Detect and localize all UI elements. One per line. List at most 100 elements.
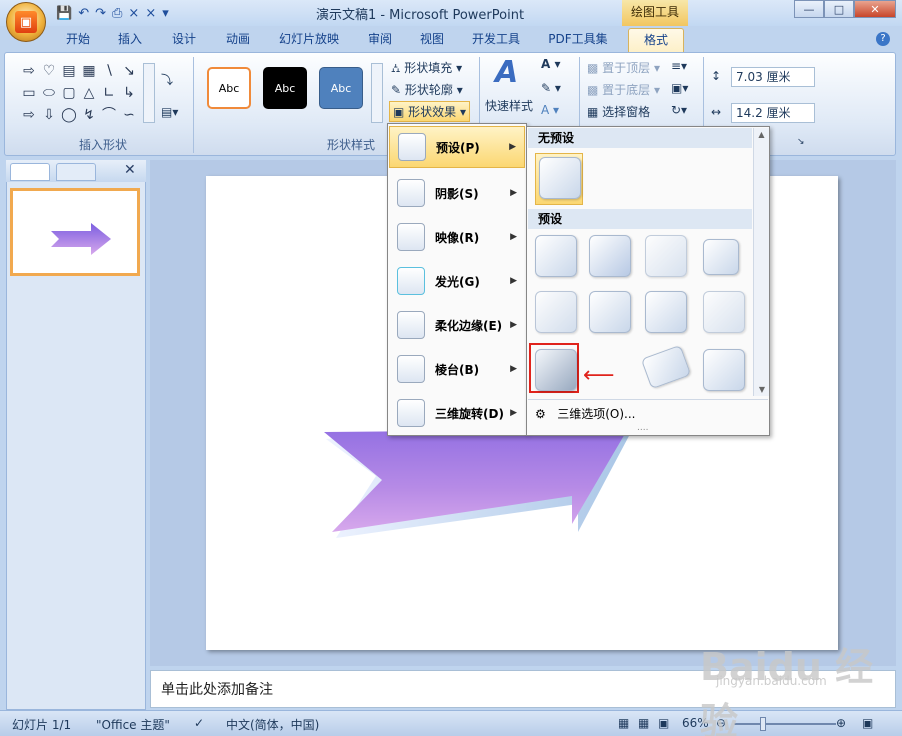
shape-fill-button[interactable]: ⛼ 形状填充 ▾ [391, 59, 462, 77]
menu-item-shadow[interactable]: 阴影(S) ▶ [389, 172, 525, 214]
spellcheck-icon[interactable]: ✓ [194, 716, 204, 730]
preset-tile-5[interactable] [535, 291, 577, 333]
vertical-textbox-shape-icon[interactable]: ▦ [79, 61, 99, 81]
customize-qat-icon[interactable]: ▾ [162, 6, 169, 21]
help-icon[interactable]: ? [876, 32, 890, 46]
preset-tile-1[interactable] [535, 235, 577, 277]
no-preset-tile[interactable] [539, 157, 581, 199]
heart-shape-icon[interactable]: ♡ [39, 61, 59, 81]
drawing-tools-label: 绘图工具 [622, 0, 688, 26]
preset-scrollbar[interactable]: ▲ ▼ [753, 128, 769, 396]
slides-tab[interactable] [10, 163, 50, 181]
arc-shape-icon[interactable]: ⌒ [99, 105, 119, 125]
tab-pdf[interactable]: PDF工具集 [540, 28, 616, 52]
minimize-button[interactable]: — [794, 0, 824, 18]
callout-shape-icon[interactable]: ◯ [59, 105, 79, 125]
print-preview-icon[interactable]: ⎙ [112, 6, 122, 21]
textbox-icon[interactable]: ▤▾ [161, 105, 178, 119]
menu-item-3d-rotation[interactable]: 三维旋转(D) ▶ [389, 392, 525, 434]
resize-grip-icon[interactable]: .... [637, 423, 648, 433]
triangle-shape-icon[interactable]: △ [79, 83, 99, 103]
scroll-down-icon[interactable]: ▼ [754, 385, 770, 394]
view-slideshow-icon[interactable]: ▣ [658, 716, 669, 730]
preset-tile-4[interactable] [703, 239, 739, 275]
format-icon-2[interactable]: × [145, 6, 156, 21]
outline-tab[interactable] [56, 163, 96, 181]
text-fill-icon[interactable]: A ▾ [541, 57, 561, 71]
line-shape-icon[interactable]: ∖ [99, 61, 119, 81]
line-arrow-shape-icon[interactable]: ↘ [119, 61, 139, 81]
scroll-up-icon[interactable]: ▲ [754, 130, 769, 139]
curve-shape-icon[interactable]: ∽ [119, 105, 139, 125]
3d-options-item[interactable]: ⚙ 三维选项(O)... [535, 405, 635, 422]
text-effects-icon[interactable]: A ▾ [541, 103, 559, 117]
tab-developer[interactable]: 开发工具 [466, 28, 526, 52]
office-button[interactable]: ▣ [6, 2, 46, 42]
edit-shape-icon[interactable]: ⤵ [161, 71, 173, 88]
arrow-right-shape-2-icon[interactable]: ⇨ [19, 105, 39, 125]
preset-tile-7[interactable] [645, 291, 687, 333]
rounded-rect-shape-icon[interactable]: ▢ [59, 83, 79, 103]
tab-home[interactable]: 开始 [56, 28, 100, 52]
preset-tile-8[interactable] [703, 291, 745, 333]
shape-style-2[interactable]: Abc [263, 67, 307, 109]
menu-item-bevel[interactable]: 棱台(B) ▶ [389, 348, 525, 390]
preset-tile-6[interactable] [589, 291, 631, 333]
tab-view[interactable]: 视图 [410, 28, 454, 52]
preset-tile-11[interactable] [640, 344, 692, 390]
format-icon[interactable]: × [128, 6, 139, 21]
menu-item-glow[interactable]: 发光(G) ▶ [389, 260, 525, 302]
tab-review[interactable]: 审阅 [358, 28, 402, 52]
rectangle-shape-icon[interactable]: ▭ [19, 83, 39, 103]
text-outline-icon[interactable]: ✎ ▾ [541, 81, 561, 95]
tab-format[interactable]: 格式 [628, 28, 684, 52]
wordart-icon[interactable]: A [495, 55, 518, 90]
shape-outline-button[interactable]: ✎ 形状轮廓 ▾ [391, 81, 463, 98]
save-icon[interactable]: 💾 [56, 6, 72, 21]
height-input[interactable]: 7.03 厘米 [731, 67, 815, 87]
shape-outline-label: 形状轮廓 [404, 83, 453, 97]
rotate-icon[interactable]: ↻▾ [671, 103, 687, 117]
menu-item-reflection[interactable]: 映像(R) ▶ [389, 216, 525, 258]
shapes-gallery-scroll[interactable] [143, 63, 155, 123]
menu-item-soft-edges[interactable]: 柔化边缘(E) ▶ [389, 304, 525, 346]
tab-slideshow[interactable]: 幻灯片放映 [272, 28, 346, 52]
preset-tile-3[interactable] [645, 235, 687, 277]
view-sorter-icon[interactable]: ▦ [638, 716, 649, 730]
elbow-connector-shape-icon[interactable]: ∟ [99, 83, 119, 103]
align-icon[interactable]: ≡▾ [671, 59, 687, 73]
shapes-gallery[interactable]: ⇨ ♡ ▤ ▦ ∖ ↘ ▭ ⬭ ▢ △ ∟ ↳ ⇨ ⇩ ◯ ↯ ⌒ ∽ [19, 61, 139, 125]
preset-tile-2[interactable] [589, 235, 631, 277]
arrow-down-shape-icon[interactable]: ⇩ [39, 105, 59, 125]
tab-insert[interactable]: 插入 [108, 28, 152, 52]
preset-tile-9[interactable] [535, 349, 577, 391]
quick-styles-button[interactable]: 快速样式 [485, 97, 533, 114]
undo-icon[interactable]: ↶ [78, 6, 89, 21]
bring-front-button[interactable]: ▩ 置于顶层 ▾ [587, 59, 660, 76]
preset-tile-12[interactable] [703, 349, 745, 391]
send-back-button[interactable]: ▩ 置于底层 ▾ [587, 81, 660, 98]
oval-shape-icon[interactable]: ⬭ [39, 83, 59, 103]
shape-effects-button[interactable]: ▣ 形状效果 ▾ [389, 101, 471, 122]
close-button[interactable]: ✕ [854, 0, 896, 18]
textbox-shape-icon[interactable]: ▤ [59, 61, 79, 81]
shape-style-3[interactable]: Abc [319, 67, 363, 109]
shape-style-1[interactable]: Abc [207, 67, 251, 109]
tab-animation[interactable]: 动画 [216, 28, 260, 52]
shape-effects-icon: ▣ [393, 105, 405, 119]
view-normal-icon[interactable]: ▦ [618, 716, 629, 730]
arrow-right-shape-icon[interactable]: ⇨ [19, 61, 39, 81]
elbow-arrow-shape-icon[interactable]: ↳ [119, 83, 139, 103]
group-icon[interactable]: ▣▾ [671, 81, 688, 95]
shape-styles-scroll[interactable] [371, 63, 383, 123]
width-input[interactable]: 14.2 厘米 [731, 103, 815, 123]
tab-design[interactable]: 设计 [162, 28, 206, 52]
selection-pane-button[interactable]: ▦ 选择窗格 [587, 103, 650, 120]
close-panel-icon[interactable]: ✕ [124, 162, 136, 178]
menu-item-preset[interactable]: 预设(P) ▶ [389, 126, 525, 168]
maximize-button[interactable]: □ [824, 0, 854, 18]
size-dialog-launcher-icon[interactable]: ↘ [797, 137, 805, 147]
redo-icon[interactable]: ↷ [95, 6, 106, 21]
lightning-shape-icon[interactable]: ↯ [79, 105, 99, 125]
slide-thumbnail[interactable] [10, 188, 140, 276]
